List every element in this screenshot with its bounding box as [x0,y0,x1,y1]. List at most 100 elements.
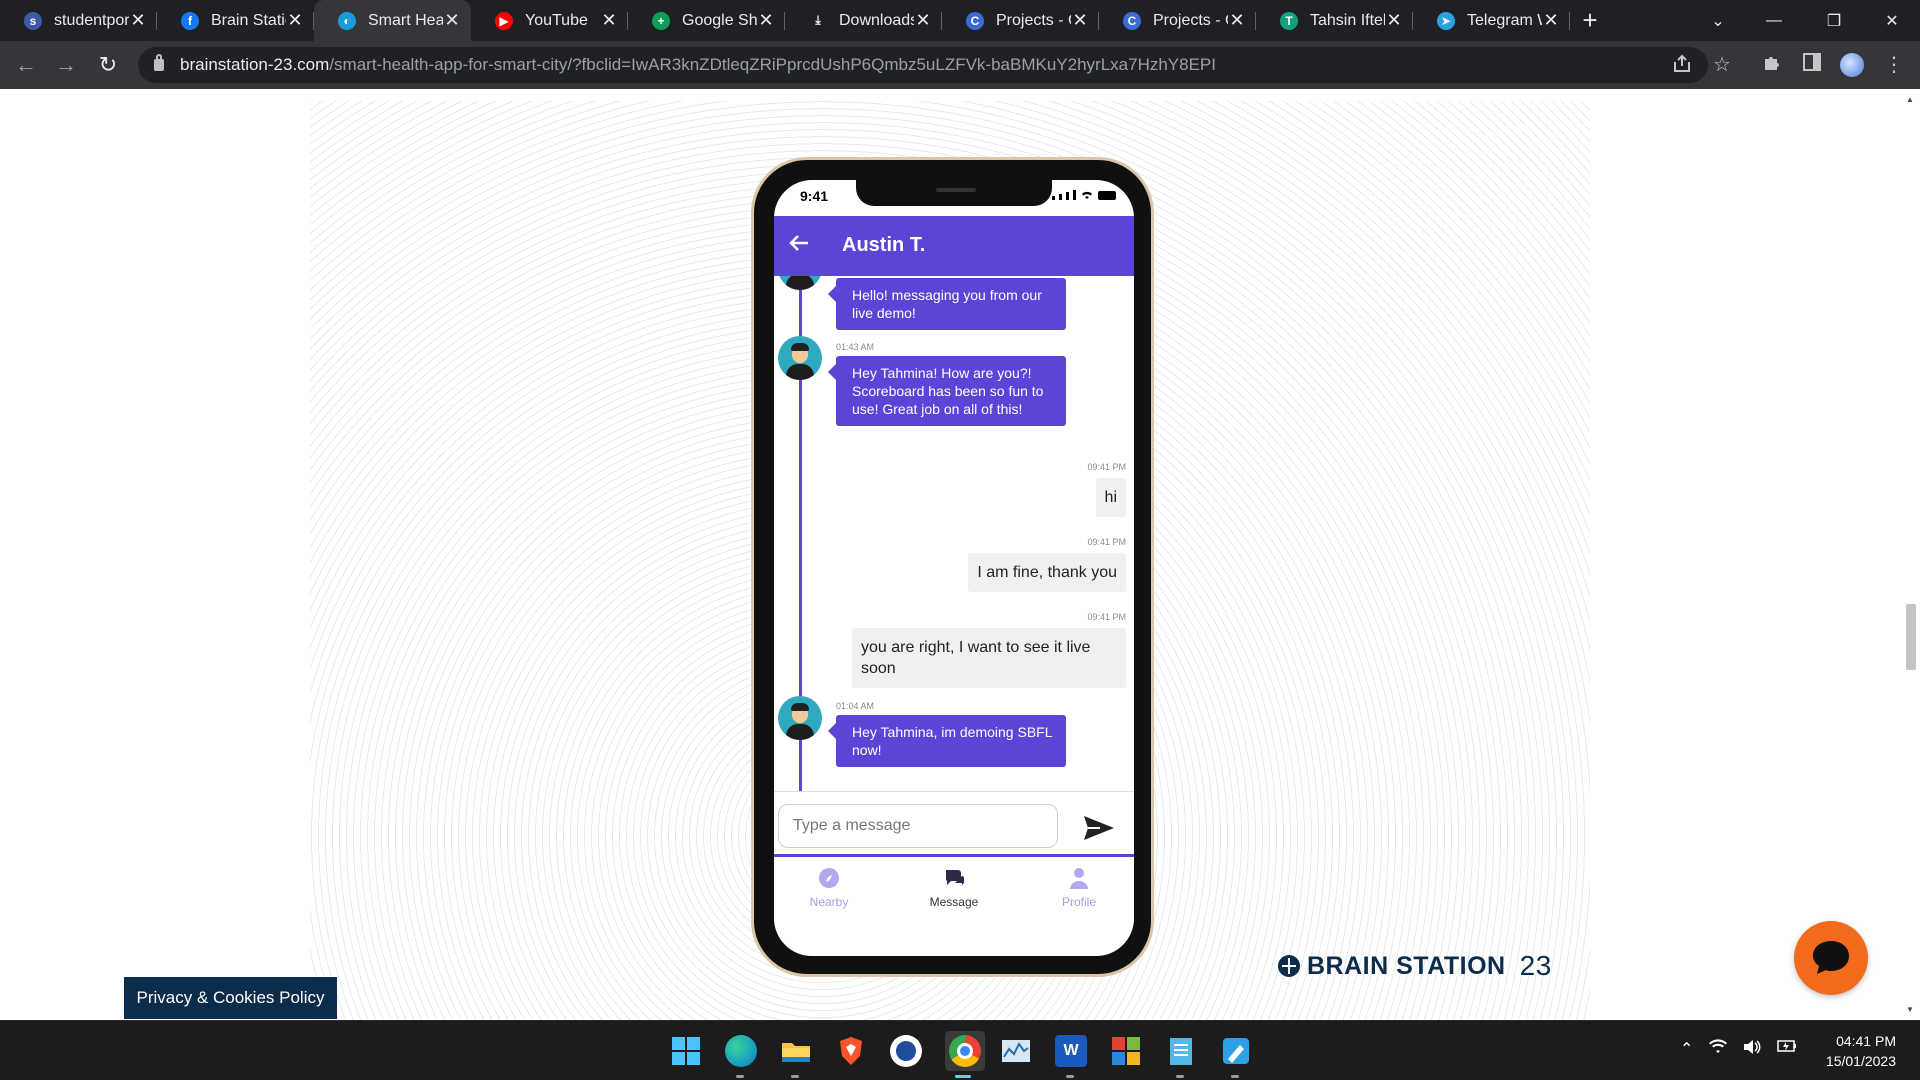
incoming-message: Hey Tahmina! How are you?! Scoreboard ha… [828,356,1066,426]
new-tab-button[interactable]: + [1570,0,1610,41]
browser-tab[interactable]: C Projects - C✕ [942,0,1099,41]
clock[interactable]: 04:41 PM 15/01/2023 [1826,1031,1896,1071]
close-tab-icon[interactable]: ✕ [129,10,147,31]
nav-item-message[interactable]: Message [909,867,999,909]
message-composer [774,791,1134,857]
volume-icon[interactable] [1743,1039,1761,1060]
brain-logo-icon [1278,955,1300,977]
minimize-button[interactable]: — [1746,0,1802,41]
tab-title: Telegram W [1467,11,1542,29]
scroll-up-icon[interactable]: ▲ [1906,95,1914,104]
tab-title: Projects - C [996,11,1071,29]
close-window-button[interactable]: ✕ [1864,0,1920,41]
chrome-icon[interactable] [945,1031,985,1071]
browser-tab[interactable]: T Tahsin Iftek ✕ [1256,0,1413,41]
paint-icon[interactable] [1220,1035,1252,1067]
resource-monitor-icon[interactable] [1000,1035,1032,1067]
browser-tab[interactable]: C Projects - C✕ [1099,0,1256,41]
tab-favicon-icon: f [181,11,199,30]
browser-tab[interactable]: f Brain Statio ✕ [157,0,314,41]
tab-title: Google She [682,11,757,29]
notepad-icon[interactable] [1165,1035,1197,1067]
back-arrow-icon[interactable] [784,232,814,262]
battery-status-icon [1098,191,1116,200]
tab-title: Brain Statio [211,11,286,29]
phone-status-bar: 9:41 [774,180,1134,220]
word-icon[interactable]: W [1055,1035,1087,1067]
running-indicator [736,1075,744,1078]
wps-icon[interactable] [890,1035,922,1067]
running-indicator [1231,1075,1239,1078]
restore-button[interactable]: ❐ [1806,0,1862,41]
nav-label: Profile [1061,895,1096,909]
send-icon[interactable] [1082,814,1116,844]
close-tab-icon[interactable]: ✕ [1071,10,1089,31]
tab-favicon-icon: ◐ [338,11,356,30]
browser-tab[interactable]: ▶ YouTube ✕ [471,0,628,41]
chevron-up-icon[interactable]: ⌃ [1680,1039,1693,1060]
message-timestamp: 01:43 AM [836,342,875,352]
browser-tab[interactable]: ⤓ Downloads ✕ [785,0,942,41]
browser-tab[interactable]: s studentport ✕ [0,0,157,41]
close-tab-icon[interactable]: ✕ [286,10,304,31]
star-icon[interactable]: ☆ [1710,53,1734,77]
extensions-icon[interactable] [1760,53,1784,77]
running-indicator [791,1075,799,1078]
close-tab-icon[interactable]: ✕ [1228,10,1246,31]
reload-button[interactable]: ↻ [96,53,120,77]
brand-text: BRAIN STATION [1307,951,1506,980]
tab-search-button[interactable]: ⌄ [1690,0,1746,41]
running-indicator [1066,1075,1074,1078]
avatar [778,336,822,380]
share-icon[interactable] [1670,53,1694,77]
tab-favicon-icon: ➤ [1437,11,1455,30]
windows-start-icon[interactable] [670,1035,702,1067]
battery-icon[interactable] [1777,1039,1797,1060]
close-tab-icon[interactable]: ✕ [1385,10,1403,31]
nav-item-nearby[interactable]: Nearby [784,867,874,909]
running-indicator [1176,1075,1184,1078]
tab-favicon-icon: ▶ [495,11,513,30]
browser-tab[interactable]: ➤ Telegram W✕ [1413,0,1570,41]
tab-favicon-icon: s [24,11,42,30]
brave-icon[interactable] [835,1035,867,1067]
side-panel-icon[interactable] [1800,53,1824,77]
clock-time: 04:41 PM [1836,1033,1896,1049]
message-timestamp: 09:41 PM [1087,462,1126,472]
phone-notch [856,180,1052,206]
privacy-policy-button[interactable]: Privacy & Cookies Policy [124,977,337,1019]
message-timestamp: 09:41 PM [1087,537,1126,547]
edge-icon[interactable] [725,1035,757,1067]
url-text[interactable]: brainstation-23.com/smart-health-app-for… [180,55,1216,75]
close-tab-icon[interactable]: ✕ [914,10,932,31]
close-tab-icon[interactable]: ✕ [1542,10,1560,31]
profile-avatar[interactable] [1840,53,1864,77]
back-button[interactable]: ← [14,53,38,77]
message-input[interactable] [778,804,1058,848]
close-tab-icon[interactable]: ✕ [443,10,461,31]
nav-label: Nearby [809,895,849,909]
menu-icon[interactable]: ⋮ [1882,53,1906,77]
scrollbar-thumb[interactable] [1906,604,1916,670]
chat-header: Austin T. [774,216,1134,276]
url-host: brainstation-23.com [180,55,330,74]
close-tab-icon[interactable]: ✕ [600,10,618,31]
status-icons [1052,190,1116,200]
office-icon[interactable] [1110,1035,1142,1067]
live-chat-button[interactable] [1794,921,1868,995]
scroll-down-icon[interactable]: ▼ [1906,1005,1914,1014]
browser-tab[interactable]: + Google She✕ [628,0,785,41]
forward-button[interactable]: → [54,53,78,77]
file-explorer-icon[interactable] [780,1035,812,1067]
windows-taskbar: W ⌃ 04:41 PM 15/01/2023 [0,1020,1920,1080]
tab-favicon-icon: T [1280,11,1298,30]
tab-title: Projects - C [1153,11,1228,29]
close-tab-icon[interactable]: ✕ [757,10,775,31]
wifi-icon[interactable] [1709,1039,1728,1060]
page-scrollbar[interactable]: ▲ ▼ [1902,89,1920,1020]
tab-title: studentport [54,11,129,29]
browser-tab[interactable]: ◐ Smart Healt✕ [314,0,471,41]
nav-item-profile[interactable]: Profile [1034,867,1124,909]
address-bar[interactable]: brainstation-23.com/smart-health-app-for… [138,47,1708,83]
message-list[interactable]: Hello! messaging you from our live demo!… [774,276,1134,791]
